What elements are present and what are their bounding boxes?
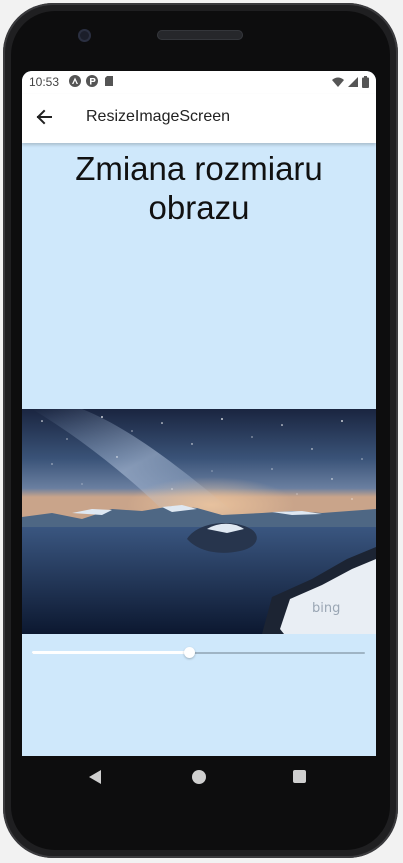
size-slider[interactable] — [32, 643, 365, 663]
status-bar: 10:53 — [22, 71, 376, 94]
sd-card-icon — [105, 76, 113, 86]
status-time: 10:53 — [29, 75, 60, 89]
status-system-icons — [332, 76, 369, 88]
front-camera — [78, 29, 91, 42]
bing-watermark: bing — [312, 601, 340, 616]
back-triangle-icon[interactable] — [88, 769, 102, 785]
app-bar: ResizeImageScreen — [22, 94, 376, 143]
page-heading: Zmiana rozmiaru obrazu — [75, 150, 323, 226]
slider-active-track[interactable] — [32, 651, 189, 654]
app-bar-title: ResizeImageScreen — [86, 108, 231, 125]
recents-square-icon[interactable] — [293, 770, 306, 783]
cell-signal-icon — [348, 77, 358, 87]
wifi-icon — [332, 77, 344, 87]
android-auto-icon — [69, 75, 81, 87]
system-nav-bar — [22, 756, 376, 798]
home-circle-icon[interactable] — [192, 770, 206, 784]
slider-thumb[interactable] — [183, 647, 195, 658]
app-screen: 10:53 ResizeImageScreen Zmiana rozmiaru … — [22, 71, 376, 756]
resizable-image: bing — [22, 409, 376, 634]
earpiece-speaker — [157, 30, 243, 40]
battery-icon — [362, 76, 369, 88]
app-notification-icon — [86, 75, 98, 87]
arrow-left-icon[interactable] — [34, 107, 54, 127]
status-notification-icons — [69, 75, 115, 87]
